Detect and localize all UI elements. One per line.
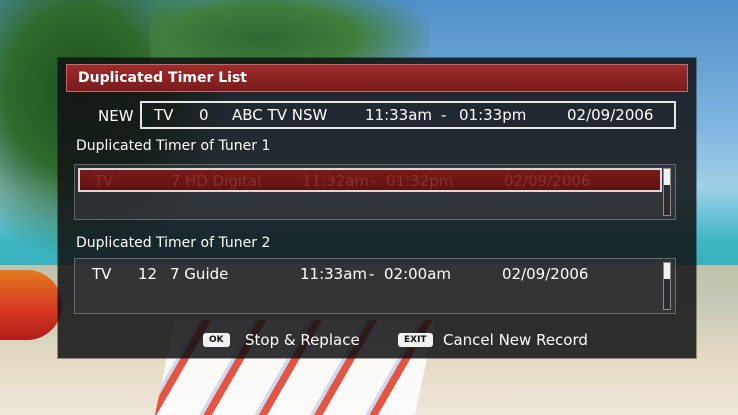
row-channel-name: 7 Guide <box>170 265 229 283</box>
row-channel: 7 <box>171 172 181 190</box>
dialog-title-bar: Duplicated Timer List <box>66 64 688 92</box>
new-start-time: 11:33am <box>365 106 433 124</box>
row-channel-name: HD Digital <box>185 172 262 190</box>
row-date: 02/09/2006 <box>502 265 589 283</box>
row-channel: 12 <box>138 265 158 283</box>
row-end-time: 02:00am <box>384 265 452 283</box>
new-timer-entry[interactable]: TV 0 ABC TV NSW 11:33am - 01:33pm 02/09/… <box>140 101 676 129</box>
new-label: NEW <box>98 107 134 125</box>
tuner2-scrollbar[interactable] <box>663 262 671 310</box>
new-end-time: 01:33pm <box>459 106 527 124</box>
new-date: 02/09/2006 <box>567 106 654 124</box>
stop-replace-label[interactable]: Stop & Replace <box>245 331 360 349</box>
tuner2-label: Duplicated Timer of Tuner 2 <box>76 235 271 251</box>
row-date: 02/09/2006 <box>504 172 591 190</box>
new-time-separator: - <box>441 106 447 124</box>
dialog-title: Duplicated Timer List <box>78 70 247 86</box>
tuner1-row[interactable]: TV 7 HD Digital 11:32am - 01:32pm 02/09/… <box>78 168 662 192</box>
row-end-time: 01:32pm <box>386 172 454 190</box>
new-channel-name: ABC TV NSW <box>232 106 328 124</box>
new-type: TV <box>154 106 174 124</box>
tuner2-scroll-thumb[interactable] <box>664 263 670 279</box>
tuner1-scrollbar[interactable] <box>663 168 671 216</box>
row-time-separator: - <box>371 172 377 190</box>
ok-key-icon[interactable]: OK <box>203 333 230 347</box>
cancel-new-record-label[interactable]: Cancel New Record <box>443 331 588 349</box>
tuner2-row[interactable]: TV 12 7 Guide 11:33am - 02:00am 02/09/20… <box>78 262 662 286</box>
row-type: TV <box>92 265 112 283</box>
tuner1-list[interactable]: TV 7 HD Digital 11:32am - 01:32pm 02/09/… <box>74 164 676 220</box>
tuner1-label: Duplicated Timer of Tuner 1 <box>76 138 271 154</box>
row-type: TV <box>94 172 114 190</box>
row-start-time: 11:32am <box>302 172 370 190</box>
tuner1-scroll-thumb[interactable] <box>664 169 670 185</box>
exit-key-icon[interactable]: EXIT <box>398 333 433 347</box>
row-start-time: 11:33am <box>300 265 368 283</box>
row-time-separator: - <box>369 265 375 283</box>
new-channel: 0 <box>199 106 209 124</box>
tuner2-list[interactable]: TV 12 7 Guide 11:33am - 02:00am 02/09/20… <box>74 258 676 314</box>
